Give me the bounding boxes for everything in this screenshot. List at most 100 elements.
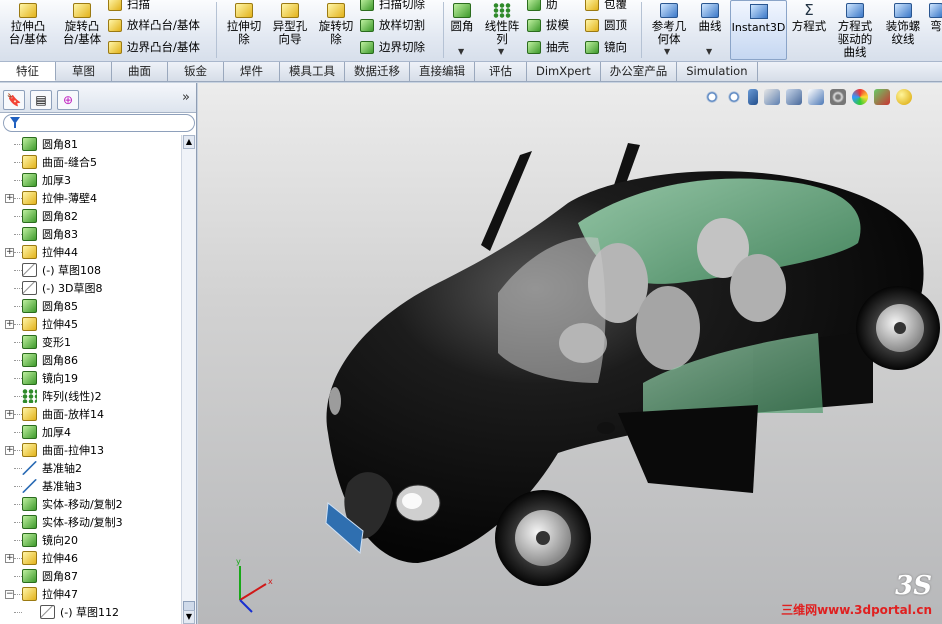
- curves-icon: [701, 3, 719, 18]
- linear-pattern-button[interactable]: 线性阵 列: [480, 3, 524, 46]
- expand-node-icon[interactable]: +: [5, 193, 14, 203]
- tree-item[interactable]: 圆角86: [0, 351, 181, 369]
- instant3d-button[interactable]: Instant3D: [730, 0, 787, 60]
- tree-item[interactable]: 圆角87: [0, 567, 181, 585]
- chevron-down-icon[interactable]: ▼: [706, 47, 712, 56]
- revolve-cut-button[interactable]: 旋转切 除: [312, 3, 360, 46]
- tree-item[interactable]: (-) 草图108: [0, 261, 181, 279]
- chevron-down-icon[interactable]: ▼: [664, 47, 670, 56]
- sweep-button[interactable]: 扫描: [108, 0, 150, 12]
- scroll-up-icon[interactable]: ▲: [183, 135, 195, 149]
- boundary-boss-button[interactable]: 边界凸台/基体: [108, 39, 200, 55]
- curves-button[interactable]: 曲线: [694, 3, 726, 33]
- tab-simulation[interactable]: Simulation: [677, 62, 758, 81]
- tree-item[interactable]: 圆角82: [0, 207, 181, 225]
- extrude-cut-button[interactable]: 拉伸切 除: [220, 3, 268, 46]
- tab-data-migration[interactable]: 数据迁移: [345, 62, 410, 81]
- tree-item[interactable]: 曲面-缝合5: [0, 153, 181, 171]
- tree-item-label: 曲面-放样14: [42, 408, 104, 421]
- expand-node-icon[interactable]: +: [5, 445, 14, 455]
- tree-item-label: 加厚4: [42, 426, 71, 439]
- tree-item[interactable]: 加厚4: [0, 423, 181, 441]
- tree-item[interactable]: + 拉伸-薄壁4: [0, 189, 181, 207]
- tree-filter-input[interactable]: [3, 114, 195, 132]
- tree-connector: [14, 215, 22, 217]
- expand-node-icon[interactable]: +: [5, 409, 14, 419]
- tab-sketch[interactable]: 草图: [56, 62, 112, 81]
- bend-button[interactable]: 弯: [926, 3, 942, 33]
- tab-surfaces[interactable]: 曲面: [112, 62, 168, 81]
- wrap-button[interactable]: 包覆: [585, 0, 627, 12]
- tree-item[interactable]: 圆角81: [0, 135, 181, 153]
- collapse-panel-icon[interactable]: »: [182, 90, 190, 105]
- tree-item[interactable]: 基准轴2: [0, 459, 181, 477]
- equation-button[interactable]: Σ 方程式: [789, 3, 829, 33]
- tab-mold-tools[interactable]: 模具工具: [280, 62, 345, 81]
- shell-label: 抽壳: [546, 40, 569, 54]
- tree-scrollbar[interactable]: ▲ ▼: [181, 135, 196, 624]
- tree-item[interactable]: 基准轴3: [0, 477, 181, 495]
- tab-evaluate[interactable]: 评估: [475, 62, 527, 81]
- tree-item[interactable]: 镜向20: [0, 531, 181, 549]
- tree-item[interactable]: 阵列(线性)2: [0, 387, 181, 405]
- fillet-icon: [453, 3, 471, 18]
- tree-item[interactable]: + 拉伸44: [0, 243, 181, 261]
- revolve-boss-button[interactable]: 旋转凸 台/基体: [56, 3, 108, 46]
- tree-item[interactable]: 实体-移动/复制3: [0, 513, 181, 531]
- tab-office-products[interactable]: 办公室产品: [601, 62, 678, 81]
- tree-item[interactable]: (-) 草图112: [0, 603, 181, 621]
- equation-curve-button[interactable]: 方程式 驱动的 曲线: [832, 3, 878, 59]
- tab-dimxpert[interactable]: DimXpert: [527, 62, 601, 81]
- graphics-viewport[interactable]: y x 3S 三维网www.3dportal.cn: [198, 83, 942, 624]
- chevron-down-icon[interactable]: ▼: [498, 47, 504, 56]
- fillet-label: 圆角: [450, 19, 474, 33]
- tree-item[interactable]: 圆角83: [0, 225, 181, 243]
- configuration-tab-icon[interactable]: ⊕: [57, 90, 79, 110]
- draft-button[interactable]: 拔模: [527, 17, 569, 33]
- tree-item[interactable]: 加厚3: [0, 171, 181, 189]
- scroll-down-icon[interactable]: ▼: [183, 610, 195, 624]
- mirror-button[interactable]: 镜向: [585, 39, 627, 55]
- tree-item-label: 圆角85: [42, 300, 78, 313]
- tree-item[interactable]: (-) 3D草图8: [0, 279, 181, 297]
- cosmetic-thread-button[interactable]: 装饰螺 纹线: [880, 3, 926, 46]
- tree-item[interactable]: 变形1: [0, 333, 181, 351]
- fillet-button[interactable]: 圆角: [446, 3, 478, 33]
- expand-node-icon[interactable]: +: [5, 247, 14, 257]
- tree-item-label: 拉伸47: [42, 588, 78, 601]
- feature-tree-tab-icon[interactable]: 🔖: [3, 90, 25, 110]
- tree-item[interactable]: + 曲面-拉伸13: [0, 441, 181, 459]
- reference-geometry-button[interactable]: 参考几 何体: [644, 3, 694, 46]
- chevron-down-icon[interactable]: ▼: [458, 47, 464, 56]
- boundary-cut-button[interactable]: 边界切除: [360, 39, 425, 55]
- hole-wizard-button[interactable]: 异型孔 向导: [266, 3, 314, 46]
- headlight-left: [329, 387, 341, 415]
- tree-item[interactable]: 圆角85: [0, 297, 181, 315]
- tree-item[interactable]: 镜向19: [0, 369, 181, 387]
- expand-node-icon[interactable]: +: [5, 553, 14, 563]
- expand-node-icon[interactable]: +: [5, 319, 14, 329]
- car-model[interactable]: [198, 83, 942, 624]
- tree-item-label: 圆角81: [42, 138, 78, 151]
- loft-boss-button[interactable]: 放样凸台/基体: [108, 17, 200, 33]
- property-manager-tab-icon[interactable]: ▤: [30, 90, 52, 110]
- extrude-boss-button[interactable]: 拉伸凸 台/基体: [2, 3, 54, 46]
- rib-button[interactable]: 肋: [527, 0, 558, 12]
- dome-button[interactable]: 圆顶: [585, 17, 627, 33]
- collapse-node-icon[interactable]: −: [5, 589, 14, 599]
- tree-item[interactable]: + 曲面-放样14: [0, 405, 181, 423]
- sweep-cut-button[interactable]: 扫描切除: [360, 0, 425, 12]
- tree-item[interactable]: + 拉伸45: [0, 315, 181, 333]
- tab-sheet-metal[interactable]: 钣金: [168, 62, 224, 81]
- shell-button[interactable]: 抽壳: [527, 39, 569, 55]
- tab-weldments[interactable]: 焊件: [224, 62, 280, 81]
- draft-icon: [527, 18, 541, 32]
- open-door-front: [618, 405, 758, 493]
- tree-connector: [14, 395, 22, 397]
- tab-features[interactable]: 特征: [0, 62, 56, 81]
- tree-item[interactable]: + 拉伸46: [0, 549, 181, 567]
- tree-item[interactable]: − 拉伸47: [0, 585, 181, 603]
- tree-item[interactable]: 实体-移动/复制2: [0, 495, 181, 513]
- loft-cut-button[interactable]: 放样切割: [360, 17, 425, 33]
- tab-direct-editing[interactable]: 直接编辑: [410, 62, 475, 81]
